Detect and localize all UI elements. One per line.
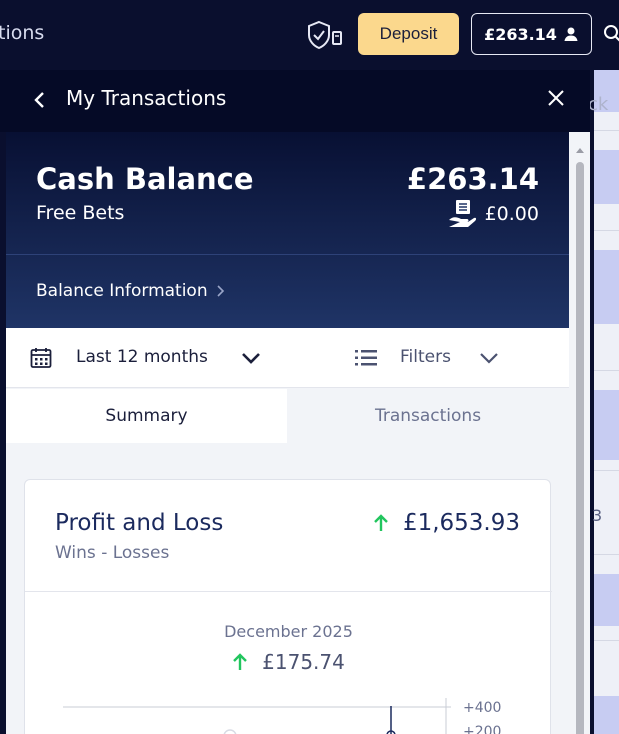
- chevron-right-icon: [217, 285, 224, 297]
- cash-balance-label: Cash Balance: [36, 162, 254, 196]
- divider: [25, 591, 552, 592]
- panel-header: My Transactions: [0, 70, 590, 132]
- close-icon[interactable]: [546, 88, 566, 108]
- user-icon: [564, 27, 578, 41]
- nav-partial-text[interactable]: tions: [0, 22, 44, 44]
- search-icon[interactable]: [603, 24, 619, 44]
- back-icon[interactable]: [32, 90, 48, 110]
- scroll-up-icon[interactable]: [575, 146, 585, 154]
- account-balance-button[interactable]: £263.14: [471, 13, 592, 55]
- faded-point: [223, 729, 237, 734]
- profit-loss-title: Profit and Loss: [55, 510, 224, 536]
- month-label: December 2025: [224, 622, 353, 641]
- calendar-icon[interactable]: [30, 347, 52, 369]
- axis-tick-label: +400: [463, 700, 501, 716]
- tab-summary[interactable]: Summary: [6, 389, 287, 443]
- profit-loss-total: £1,653.93: [373, 510, 520, 536]
- balance-information-label: Balance Information: [36, 281, 208, 301]
- deposit-button[interactable]: Deposit: [358, 13, 459, 55]
- free-bets-value: £0.00: [484, 203, 539, 225]
- free-bets-label: Free Bets: [36, 202, 125, 224]
- balance-card: Cash Balance £263.14 Free Bets £0.00 Bal…: [6, 132, 569, 328]
- background-digit: 3: [592, 506, 603, 525]
- filter-bar: Last 12 months Filters: [6, 328, 569, 388]
- top-bar: tions Deposit £263.14: [0, 0, 619, 70]
- chevron-down-icon[interactable]: [478, 350, 500, 366]
- chevron-down-icon[interactable]: [240, 350, 262, 366]
- panel-title: My Transactions: [66, 86, 227, 110]
- background-page: [594, 70, 619, 734]
- month-value: £175.74: [262, 650, 345, 674]
- profit-loss-chart[interactable]: +400 +200: [25, 688, 552, 734]
- arrow-up-icon: [233, 653, 247, 670]
- filters-button[interactable]: Filters: [400, 347, 451, 367]
- account-balance-label: £263.14: [484, 24, 557, 44]
- period-select[interactable]: Last 12 months: [76, 347, 208, 367]
- profit-loss-card: Profit and Loss Wins - Losses £1,653.93 …: [24, 479, 552, 734]
- arrow-up-icon: [374, 514, 388, 531]
- free-bets-amount: £0.00: [447, 198, 539, 230]
- shield-check-icon[interactable]: [307, 20, 343, 50]
- cash-balance-value: £263.14: [406, 162, 539, 196]
- tab-transactions[interactable]: Transactions: [287, 389, 569, 443]
- profit-loss-subtitle: Wins - Losses: [55, 543, 170, 563]
- month-total: £175.74: [25, 650, 552, 674]
- transactions-panel: Cash Balance £263.14 Free Bets £0.00 Bal…: [6, 132, 590, 734]
- axis-tick-label: +200: [463, 724, 501, 734]
- scrollbar-thumb[interactable]: [576, 162, 584, 734]
- divider: [6, 254, 569, 255]
- hand-coin-icon: [448, 200, 476, 227]
- background-tab-text-right: ck: [588, 94, 609, 115]
- balance-information-link[interactable]: Balance Information: [36, 281, 226, 301]
- list-icon[interactable]: [354, 347, 378, 369]
- profit-loss-value: £1,653.93: [402, 510, 520, 536]
